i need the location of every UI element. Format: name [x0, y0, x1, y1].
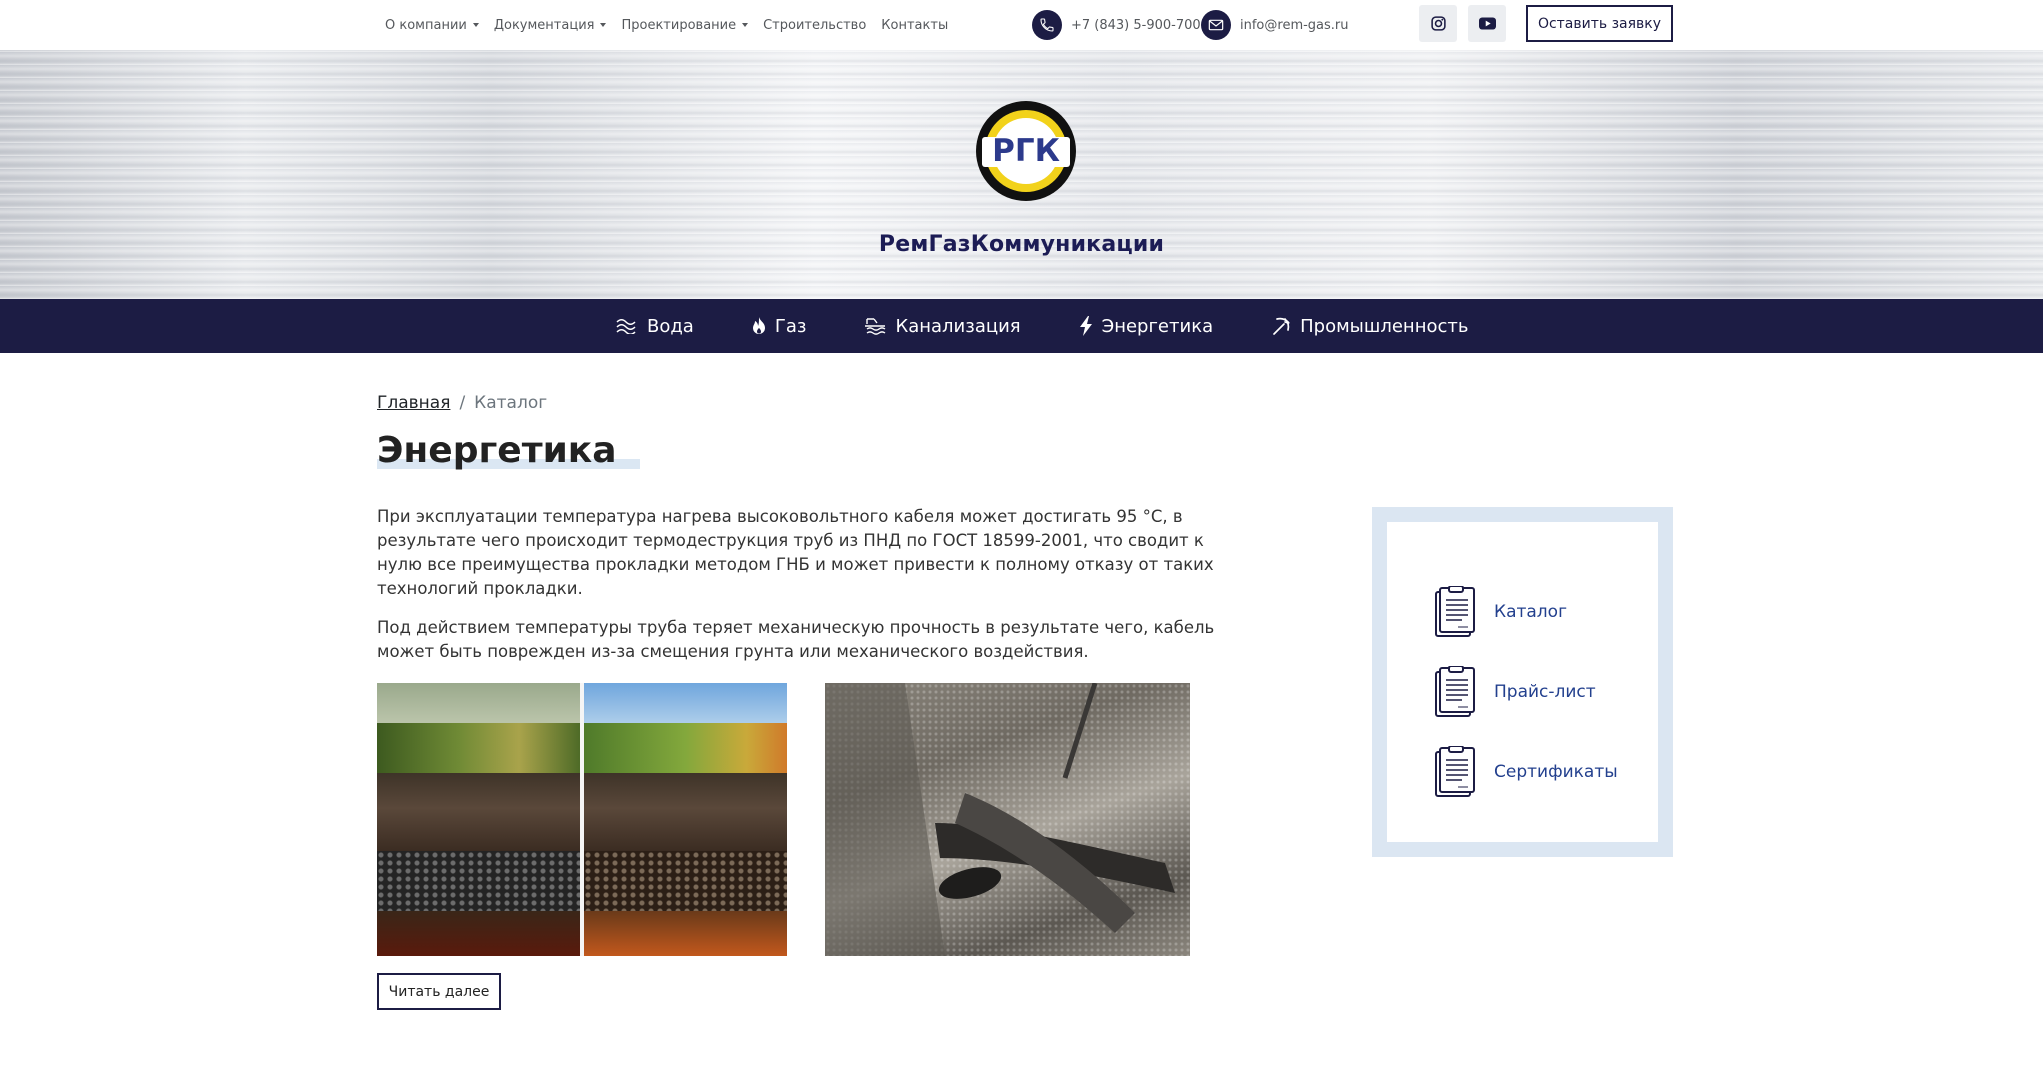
flame-icon	[752, 317, 765, 334]
email-link[interactable]: info@rem-gas.ru	[1201, 9, 1349, 41]
trench-cable-photo	[825, 683, 1190, 956]
road-layers-photo	[377, 683, 787, 956]
brand-name: РемГазКоммуникации	[878, 232, 1165, 257]
breadcrumb-separator: /	[459, 393, 466, 413]
youtube-button[interactable]	[1468, 5, 1506, 42]
sidebar-link-catalog[interactable]: Каталог	[1432, 586, 1567, 638]
category-water[interactable]: Вода	[616, 316, 694, 337]
nav-item-label: Контакты	[881, 17, 949, 33]
category-gas[interactable]: Газ	[752, 315, 807, 337]
category-label: Промышленность	[1300, 315, 1469, 337]
chevron-down-icon	[600, 23, 607, 27]
document-icon	[1435, 746, 1475, 797]
category-label: Газ	[774, 315, 807, 337]
page-title: Энергетика	[377, 430, 617, 471]
nav-item-label: Проектирование	[621, 17, 737, 33]
envelope-icon	[1201, 10, 1231, 40]
instagram-button[interactable]	[1419, 5, 1457, 42]
phone-icon	[1032, 10, 1062, 40]
company-logo[interactable]: РГК	[974, 99, 1078, 203]
pickaxe-icon	[1273, 317, 1290, 335]
sidebar-link-label: Сертификаты	[1494, 762, 1618, 782]
chevron-down-icon	[472, 23, 479, 27]
nav-item-about[interactable]: О компании	[385, 18, 479, 33]
sidebar-link-price-list[interactable]: Прайс-лист	[1432, 666, 1596, 718]
article-paragraph: Под действием температуры труба теряет м…	[377, 618, 1215, 661]
top-nav: О компании Документация Проектирование С…	[385, 0, 948, 50]
category-label: Энергетика	[1101, 315, 1214, 337]
document-icon	[1435, 666, 1475, 717]
email-address: info@rem-gas.ru	[1240, 17, 1349, 33]
youtube-icon	[1478, 17, 1496, 30]
document-icon	[1435, 586, 1475, 637]
phone-number: +7 (843) 5-900-700	[1071, 17, 1201, 33]
sidebar-link-label: Каталог	[1494, 602, 1568, 622]
breadcrumb-home-link[interactable]: Главная	[377, 393, 450, 413]
order-button[interactable]: Оставить заявку	[1526, 5, 1673, 42]
category-nav: Вода Газ Канализация Энергетика Промышле…	[0, 299, 2043, 353]
page-title-block: Энергетика	[377, 430, 640, 471]
category-industry[interactable]: Промышленность	[1271, 316, 1468, 337]
category-sewer[interactable]: Канализация	[864, 315, 1021, 337]
svg-text:РГК: РГК	[992, 133, 1060, 169]
nav-item-contacts[interactable]: Контакты	[881, 18, 948, 33]
sidebar-link-label: Прайс-лист	[1494, 682, 1596, 702]
read-more-button[interactable]: Читать далее	[377, 973, 501, 1010]
article-paragraph: При эксплуатации температура нагрева выс…	[377, 507, 1214, 598]
category-label: Вода	[647, 315, 694, 337]
nav-item-label: Строительство	[763, 17, 867, 33]
phone-link[interactable]: +7 (843) 5-900-700	[1032, 9, 1201, 41]
sidebar-link-certificates[interactable]: Сертификаты	[1432, 746, 1618, 798]
sewer-icon	[865, 318, 886, 335]
category-energy[interactable]: Энергетика	[1079, 316, 1213, 337]
instagram-icon	[1430, 16, 1446, 31]
breadcrumb: Главная / Каталог	[377, 393, 547, 413]
sidebar: Каталог Прайс-лист Сертификаты	[1372, 507, 1673, 857]
nav-item-construction[interactable]: Строительство	[763, 18, 866, 33]
breadcrumb-current: Каталог	[474, 393, 548, 413]
category-label: Канализация	[895, 315, 1021, 337]
water-waves-icon	[616, 319, 636, 334]
nav-item-label: Документация	[493, 17, 595, 33]
nav-item-design[interactable]: Проектирование	[621, 17, 749, 33]
nav-item-label: О компании	[385, 17, 467, 33]
nav-item-documentation[interactable]: Документация	[494, 18, 607, 33]
article-text: При эксплуатации температура нагрева выс…	[377, 505, 1237, 679]
chevron-down-icon	[742, 23, 749, 27]
lightning-icon	[1079, 316, 1092, 336]
top-bar: О компании Документация Проектирование С…	[0, 0, 2043, 50]
